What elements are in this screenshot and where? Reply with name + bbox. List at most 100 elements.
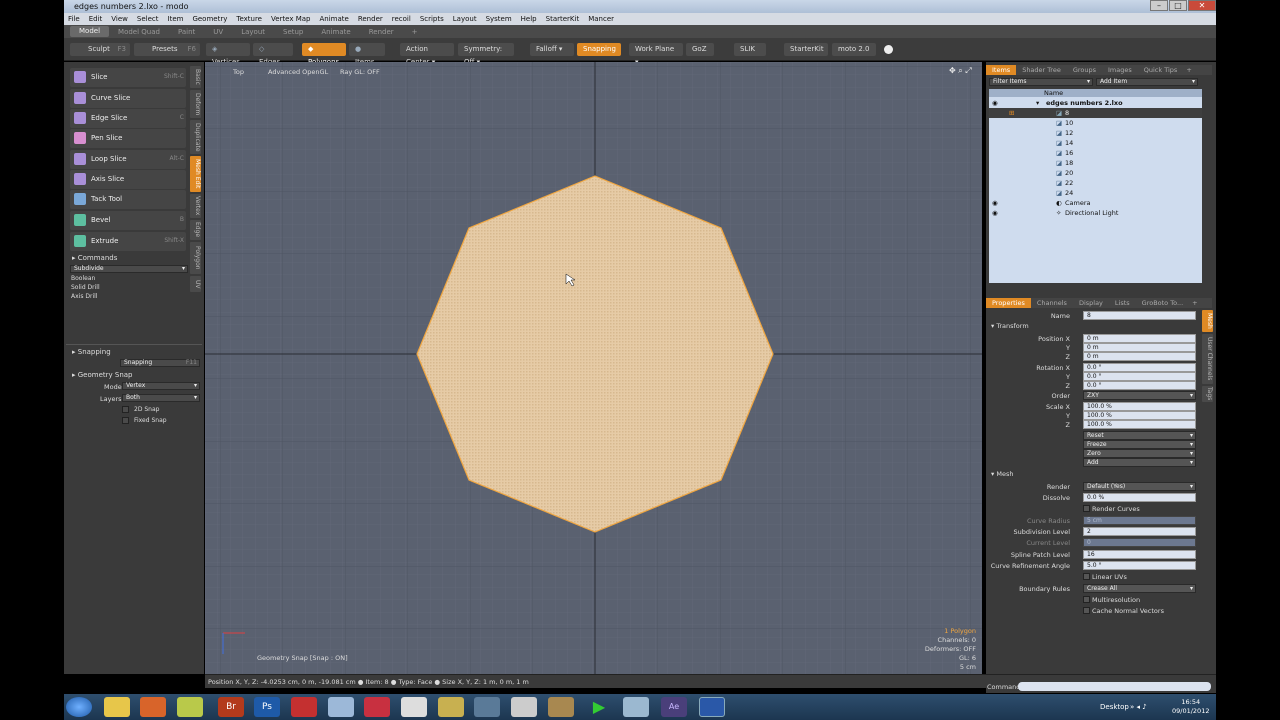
raygl-label[interactable]: Ray GL: OFF [340, 68, 380, 76]
close-button[interactable]: ✕ [1188, 0, 1216, 11]
tab-model[interactable]: Model [70, 26, 110, 37]
app-icon-3[interactable] [364, 697, 390, 717]
tool-pen-slice[interactable]: Pen Slice [70, 129, 186, 148]
tab-groups[interactable]: Groups [1067, 65, 1102, 75]
tool-tack[interactable]: Tack Tool [70, 190, 186, 209]
app-icon-5[interactable] [438, 697, 464, 717]
firefox-icon[interactable] [140, 697, 166, 717]
menu-select[interactable]: Select [137, 15, 159, 23]
renderer-label[interactable]: Advanced OpenGL [268, 68, 328, 76]
position-z-field[interactable]: 0 m [1083, 352, 1196, 361]
notes-icon[interactable] [177, 697, 203, 717]
menu-geometry[interactable]: Geometry [192, 15, 227, 23]
vtab-basic[interactable]: Basic [190, 66, 201, 88]
list-item[interactable]: ◉ ✧ Directional Light [989, 208, 1202, 218]
moto-button[interactable]: moto 2.0 [832, 43, 876, 56]
items-button[interactable]: ● Items [349, 43, 385, 66]
eye-icon[interactable]: ◉ [992, 98, 998, 108]
slik-button[interactable]: SLIK [734, 43, 766, 56]
list-item[interactable]: ◪ 14 [989, 138, 1202, 148]
menu-layout[interactable]: Layout [453, 15, 477, 23]
cache-normals-checkbox[interactable] [1083, 607, 1090, 614]
freeze-dropdown[interactable]: Freeze ▾ [1083, 440, 1196, 449]
list-item[interactable]: ◪ 22 [989, 178, 1202, 188]
tool-axis-slice[interactable]: Axis Slice [70, 170, 186, 189]
tab-items[interactable]: Items [986, 65, 1017, 75]
action-center-dropdown[interactable]: Action Center ▾ [400, 43, 454, 66]
rotation-y-field[interactable]: 0.0 ° [1083, 372, 1196, 381]
list-item[interactable]: ◪ 20 [989, 168, 1202, 178]
boolean-command[interactable]: Boolean [71, 275, 95, 282]
viewport-nav-icons[interactable]: ✥ ⌕ ⤢ [949, 66, 972, 76]
axis-drill-command[interactable]: Axis Drill [71, 293, 97, 300]
layers-dropdown[interactable]: Both ▾ [122, 394, 200, 402]
scale-y-field[interactable]: 100.0 % [1083, 411, 1196, 420]
symmetry-dropdown[interactable]: Symmetry: Off ▾ [458, 43, 514, 66]
app-icon[interactable] [291, 697, 317, 717]
tab-setup[interactable]: Setup [274, 28, 312, 36]
add-item-dropdown[interactable]: Add Item ▾ [1096, 78, 1198, 86]
list-item[interactable]: ⊞ ◪ 8 [989, 108, 1202, 118]
zero-dropdown[interactable]: Zero ▾ [1083, 449, 1196, 458]
edges-button[interactable]: ◇ Edges [253, 43, 293, 66]
vtab-edge[interactable]: Edge [190, 220, 201, 240]
presets-button[interactable]: Presets F6 [134, 43, 200, 56]
tool-curve-slice[interactable]: Curve Slice [70, 89, 186, 108]
tab-layout[interactable]: Layout [232, 28, 274, 36]
snapping-button[interactable]: Snapping F11 [120, 359, 200, 367]
zbrush-icon[interactable] [511, 697, 537, 717]
polygons-button[interactable]: ◆ Polygons [302, 43, 346, 66]
menu-render[interactable]: Render [358, 15, 383, 23]
clock[interactable]: 16:54 09/01/2012 [1172, 698, 1209, 716]
menu-view[interactable]: View [111, 15, 128, 23]
tool-bevel[interactable]: Bevel B [70, 211, 186, 230]
menu-mancer[interactable]: Mancer [588, 15, 614, 23]
vtab-polygon[interactable]: Polygon [190, 242, 201, 274]
starterkit-button[interactable]: StarterKit [784, 43, 828, 56]
app-icon-6[interactable] [548, 697, 574, 717]
tab-animate[interactable]: Animate [312, 28, 359, 36]
tab-lists[interactable]: Lists [1109, 298, 1136, 308]
list-item[interactable]: ◉ ▾ edges numbers 2.lxo [989, 98, 1202, 108]
scale-z-field[interactable]: 100.0 % [1083, 420, 1196, 429]
tool-edge-slice[interactable]: Edge Slice C [70, 109, 186, 128]
expand-icon[interactable]: ▾ [1036, 98, 1039, 108]
tab-model-quad[interactable]: Model Quad [109, 28, 169, 36]
list-item[interactable]: ◪ 24 [989, 188, 1202, 198]
desktop-label[interactable]: Desktop [1100, 703, 1129, 711]
render-dropdown[interactable]: Default (Yes) ▾ [1083, 482, 1196, 491]
scale-x-field[interactable]: 100.0 % [1083, 402, 1196, 411]
list-item[interactable]: ◪ 18 [989, 158, 1202, 168]
menu-system[interactable]: System [486, 15, 512, 23]
after-effects-icon[interactable]: Ae [661, 697, 687, 717]
app-icon-7[interactable] [623, 697, 649, 717]
2d-snap-checkbox[interactable] [122, 406, 129, 413]
tab-render[interactable]: Render [360, 28, 403, 36]
play-icon[interactable]: ▶ [586, 697, 612, 717]
modo-icon[interactable] [699, 697, 725, 717]
vtab-vertex[interactable]: Vertex [190, 194, 201, 218]
tool-extrude[interactable]: Extrude Shift-X [70, 232, 186, 251]
tab-images[interactable]: Images [1102, 65, 1138, 75]
3d-viewport[interactable]: Top Advanced OpenGL Ray GL: OFF ✥ ⌕ ⤢ Ge… [205, 62, 982, 674]
menu-vertex-map[interactable]: Vertex Map [271, 15, 311, 23]
minimize-button[interactable]: – [1150, 0, 1168, 11]
goz-button[interactable]: GoZ [686, 43, 714, 56]
transform-header[interactable]: ▾ Transform [991, 322, 1029, 330]
render-curves-checkbox[interactable] [1083, 505, 1090, 512]
view-type-label[interactable]: Top [233, 68, 244, 76]
record-icon[interactable] [884, 45, 893, 54]
tab-groboto[interactable]: GroBoto To... [1136, 298, 1190, 308]
tab-display[interactable]: Display [1073, 298, 1109, 308]
filter-items-dropdown[interactable]: Filter Items ▾ [989, 78, 1093, 86]
tab-properties[interactable]: Properties [986, 298, 1031, 308]
tab-add[interactable]: + [1189, 298, 1200, 308]
commands-header[interactable]: ▸ Commands [72, 254, 117, 262]
menu-starterkit[interactable]: StarterKit [546, 15, 580, 23]
eye-icon[interactable]: ◉ [992, 208, 998, 218]
tab-channels[interactable]: Channels [1031, 298, 1073, 308]
reset-dropdown[interactable]: Reset ▾ [1083, 431, 1196, 440]
list-item[interactable]: ◉ ◐ Camera [989, 198, 1202, 208]
fixed-snap-checkbox[interactable] [122, 417, 129, 424]
command-input[interactable] [1018, 682, 1211, 691]
